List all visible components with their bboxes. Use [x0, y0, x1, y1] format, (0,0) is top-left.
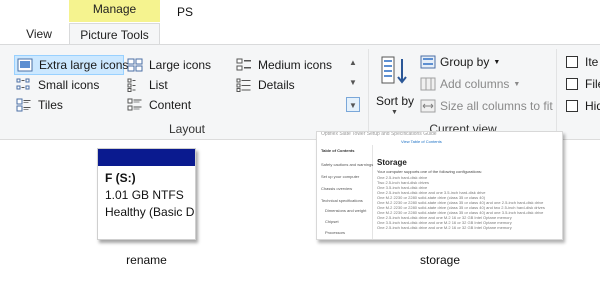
doc-sidebar-item: Safety cautions and warnings [321, 162, 374, 167]
add-columns-button[interactable]: Add columns ▼ [420, 77, 520, 91]
file-thumbnail-storage[interactable]: Optiflex Slate Tower Setup and Specifica… [316, 131, 563, 240]
add-columns-icon [420, 77, 436, 91]
scroll-up-icon[interactable]: ▲ [346, 55, 360, 70]
content-icon [127, 98, 142, 111]
layout-item-label: Medium icons [258, 58, 333, 72]
checkbox-hidden-items[interactable]: Hid [566, 99, 600, 113]
sort-by-button[interactable]: Sort by ▼ [376, 51, 414, 117]
group-by-button[interactable]: Group by ▼ [420, 55, 500, 69]
doc-sidebar: Table of Contents Safety cautions and wa… [317, 145, 374, 239]
checkbox-file-name-extensions[interactable]: File [566, 77, 600, 91]
checkbox-label: File [585, 77, 600, 91]
group-divider [368, 49, 369, 135]
chevron-down-icon: ▼ [513, 80, 521, 88]
layout-extra-large-icons[interactable]: Extra large icons [14, 55, 128, 75]
drive-header-bar [98, 149, 195, 166]
doc-sidebar-item: Dimensions and weight [325, 208, 367, 213]
layout-item-label: Large icons [149, 58, 212, 72]
manage-context-label: Manage [92, 2, 137, 16]
extra-large-icons-icon [17, 58, 33, 72]
tiles-icon [16, 98, 31, 112]
doc-toc-link: View Table of Contents [401, 139, 442, 144]
size-columns-icon [420, 99, 436, 113]
ribbon: Extra large icons Large icons Medium ico… [0, 44, 600, 140]
checkbox-label: Ite [585, 55, 599, 69]
drive-status: Healthy (Basic D [105, 205, 195, 219]
layout-item-label: List [149, 78, 168, 92]
add-columns-label: Add columns [440, 77, 510, 91]
details-icon [236, 78, 251, 92]
chevron-down-icon: ▼ [391, 109, 398, 116]
layout-list[interactable]: List [125, 75, 168, 95]
layout-item-label: Content [149, 98, 192, 112]
group-divider [556, 49, 557, 135]
doc-heading: Storage [377, 158, 407, 167]
layout-details[interactable]: Details [234, 75, 295, 95]
file-thumbnail-rename[interactable]: F (S:) 1.01 GB NTFS Healthy (Basic D [97, 148, 196, 240]
file-name-rename[interactable]: rename [97, 253, 196, 267]
window-title: PS [177, 5, 194, 19]
small-icons-icon [16, 78, 30, 90]
layout-gallery-scroll: ▲ ▼ ▼ [346, 53, 360, 117]
doc-sidebar-item: Set up your computer [321, 174, 360, 179]
layout-small-icons[interactable]: Small icons [14, 75, 99, 95]
chevron-down-icon: ▼ [493, 58, 501, 66]
layout-item-label: Small icons [38, 78, 100, 92]
doc-sidebar-item: Processors [325, 230, 346, 235]
size-all-columns-button[interactable]: Size all columns to fit [420, 99, 553, 113]
medium-icons-icon [236, 58, 251, 71]
checkbox-icon [566, 78, 578, 90]
list-icon [127, 78, 136, 92]
doc-line: Your computer supports one of the follow… [377, 169, 483, 174]
layout-item-label: Details [258, 78, 295, 92]
checkbox-label: Hid [585, 99, 600, 113]
checkbox-icon [566, 100, 578, 112]
doc-sidebar-item: Chipset [325, 219, 339, 224]
doc-sidebar-title: Table of Contents [321, 148, 355, 153]
doc-line: One 2.5-inch hard-disk drive and one M.2… [377, 225, 512, 230]
sort-by-label: Sort by [376, 94, 415, 108]
checkbox-item-check-boxes[interactable]: Ite [566, 55, 598, 69]
layout-content[interactable]: Content [125, 95, 191, 115]
file-name-storage[interactable]: storage [390, 253, 490, 267]
large-icons-icon [127, 58, 143, 72]
tab-view[interactable]: View [14, 23, 64, 45]
scroll-down-icon[interactable]: ▼ [346, 75, 360, 90]
layout-large-icons[interactable]: Large icons [125, 55, 211, 75]
layout-item-label: Extra large icons [39, 58, 129, 72]
checkbox-icon [566, 56, 578, 68]
layout-tiles[interactable]: Tiles [14, 95, 63, 115]
group-by-label: Group by [440, 55, 490, 69]
doc-sidebar-item: Chassis overview [321, 186, 353, 191]
tab-picture-tools[interactable]: Picture Tools [69, 23, 160, 46]
drive-name: F (S:) [105, 171, 136, 185]
layout-medium-icons[interactable]: Medium icons [234, 55, 332, 75]
doc-header: Optiflex Slate Tower Setup and Specifica… [321, 131, 437, 137]
drive-size: 1.01 GB NTFS [105, 188, 184, 202]
doc-sidebar-item: Technical specifications [321, 198, 363, 203]
sort-by-icon [381, 56, 407, 84]
group-label-layout: Layout [168, 122, 206, 136]
group-by-icon [420, 55, 436, 69]
size-all-columns-label: Size all columns to fit [440, 99, 553, 113]
gallery-expand-icon[interactable]: ▼ [346, 97, 360, 112]
layout-item-label: Tiles [38, 98, 63, 112]
